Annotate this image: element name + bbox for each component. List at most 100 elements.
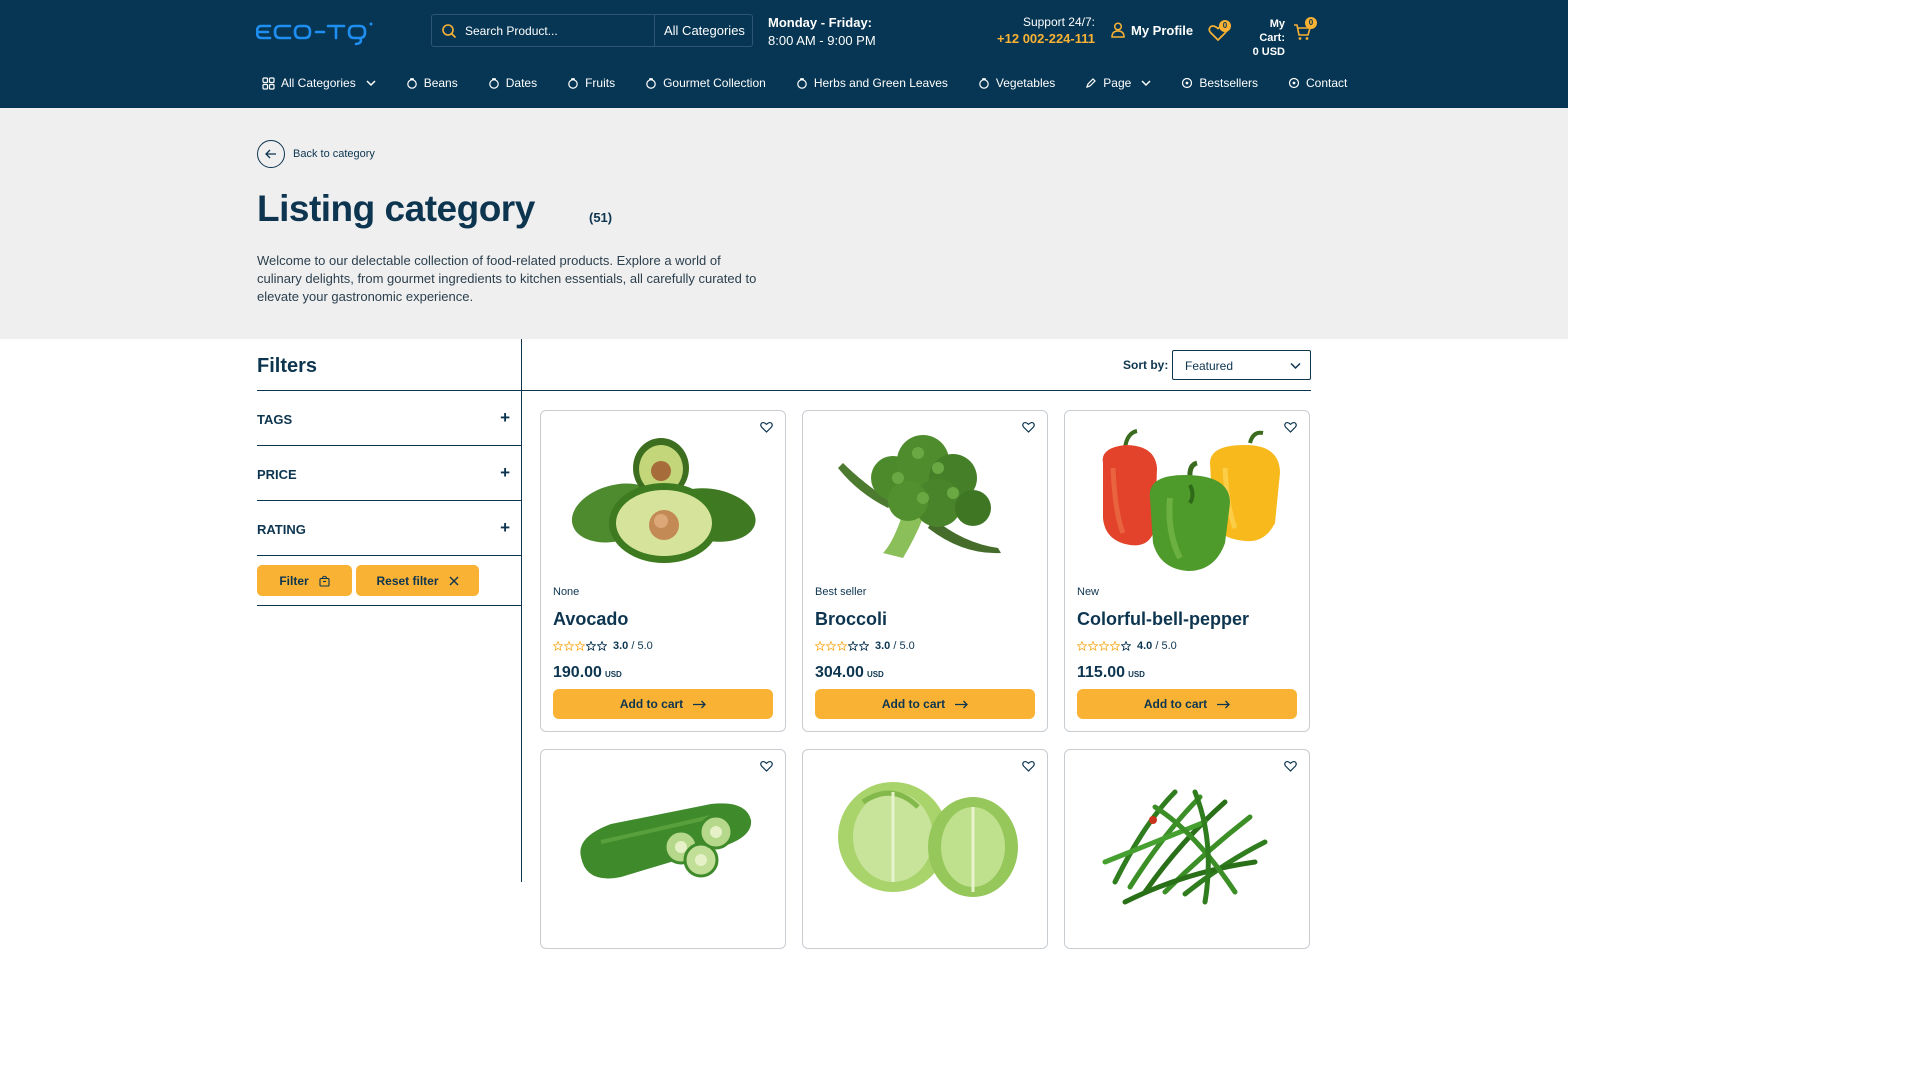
arrow-right-icon — [1217, 700, 1231, 708]
main-nav: All Categories Beans Dates Fruits Gourme… — [262, 74, 1377, 92]
star-filled-icon — [826, 641, 836, 651]
filter-actions: Filter Reset filter — [257, 557, 521, 606]
site-logo[interactable] — [255, 20, 392, 48]
arrow-right-icon — [955, 700, 969, 708]
product-name[interactable]: Broccoli — [815, 609, 887, 630]
food-icon — [979, 78, 989, 89]
star-rating — [815, 641, 869, 651]
nav-dates[interactable]: Dates — [488, 76, 537, 90]
product-card[interactable] — [802, 749, 1048, 949]
product-card[interactable]: Best seller Broccoli 3.0 / 5.0 304.00 USD… — [802, 410, 1048, 732]
nav-contact[interactable]: Contact — [1288, 76, 1347, 90]
nav-gourmet-collection[interactable]: Gourmet Collection — [645, 76, 766, 90]
search-input[interactable]: Search Product... — [465, 24, 558, 38]
nav-vegetables[interactable]: Vegetables — [978, 76, 1055, 90]
star-filled-icon — [815, 641, 825, 651]
food-icon — [568, 78, 578, 89]
filter-button[interactable]: Filter — [257, 565, 352, 596]
star-filled-icon — [1077, 641, 1087, 651]
cart-button[interactable]: 0 — [1293, 17, 1317, 45]
my-profile-link[interactable]: My Profile — [1111, 22, 1193, 38]
back-label: Back to category — [293, 148, 375, 160]
nav-all-categories[interactable]: All Categories — [262, 76, 376, 90]
filter-rating[interactable]: RATING + — [257, 501, 521, 556]
search-bar[interactable]: Search Product... All Categories — [431, 14, 753, 47]
nav-label: All Categories — [281, 76, 356, 90]
nav-label: Bestsellers — [1199, 76, 1259, 90]
add-to-cart-button[interactable]: Add to cart — [1077, 689, 1297, 719]
rating-value: 3.0 — [875, 640, 891, 652]
cart-total: 0 USD — [1252, 46, 1285, 58]
price-value: 304.00 — [815, 664, 864, 681]
nav-label: Herbs and Green Leaves — [813, 76, 948, 90]
filter-price[interactable]: PRICE + — [257, 446, 521, 501]
star-filled-icon — [1110, 641, 1120, 651]
star-empty-icon — [859, 641, 869, 651]
page-title: Listing category — [257, 188, 535, 229]
product-image-cucumber[interactable] — [561, 762, 766, 912]
add-to-cart-button[interactable]: Add to cart — [815, 689, 1035, 719]
price-value: 190.00 — [553, 664, 602, 681]
product-card[interactable] — [540, 749, 786, 949]
star-filled-icon — [1088, 641, 1098, 651]
product-card[interactable] — [1064, 749, 1310, 949]
nav-fruits[interactable]: Fruits — [567, 76, 615, 90]
rating-max: / 5.0 — [1155, 640, 1177, 652]
cart-count-badge: 0 — [1305, 17, 1317, 29]
product-image-avocado[interactable] — [561, 423, 766, 573]
price-currency: USD — [604, 670, 622, 679]
wishlist-count-badge: 0 — [1219, 20, 1231, 32]
star-filled-icon — [553, 641, 563, 651]
product-tag: New — [1077, 586, 1100, 598]
product-price: 190.00 USD — [553, 664, 622, 682]
arrow-left-icon — [257, 140, 285, 168]
cart-summary[interactable]: My Cart: 0 USD — [1245, 17, 1285, 59]
price-currency: USD — [866, 670, 884, 679]
star-empty-icon — [1121, 641, 1131, 651]
nav-herbs-and-green-leaves[interactable]: Herbs and Green Leaves — [796, 76, 948, 90]
star-filled-icon — [837, 641, 847, 651]
nav-label: Contact — [1306, 76, 1348, 90]
star-filled-icon — [1099, 641, 1109, 651]
rating-value: 4.0 — [1137, 640, 1153, 652]
product-name[interactable]: Colorful-bell-pepper — [1077, 609, 1249, 630]
chevron-down-icon — [1141, 79, 1151, 86]
product-card[interactable]: New Colorful-bell-pepper 4.0 / 5.0 115.0… — [1064, 410, 1310, 732]
add-to-cart-label: Add to cart — [619, 697, 684, 711]
product-image-bell-pepper[interactable] — [1085, 423, 1290, 573]
reset-filter-button[interactable]: Reset filter — [356, 565, 479, 596]
product-card[interactable]: None Avocado 3.0 / 5.0 190.00 USD Add to … — [540, 410, 786, 732]
product-image-green-beans[interactable] — [1085, 762, 1290, 912]
food-icon — [646, 78, 656, 89]
star-filled-icon — [575, 641, 585, 651]
add-to-cart-button[interactable]: Add to cart — [553, 689, 773, 719]
product-image-lettuce[interactable] — [823, 762, 1028, 912]
food-icon — [797, 78, 807, 89]
back-to-category-link[interactable]: Back to category — [257, 140, 375, 168]
nav-beans[interactable]: Beans — [406, 76, 458, 90]
support-phone-link[interactable]: +12 002-224-111 — [997, 31, 1095, 46]
nav-label: Beans — [423, 76, 458, 90]
nav-page[interactable]: Page — [1085, 76, 1151, 90]
nav-bestsellers[interactable]: Bestsellers — [1181, 76, 1258, 90]
product-image-broccoli[interactable] — [823, 423, 1028, 573]
filter-tags[interactable]: TAGS + — [257, 391, 521, 446]
product-name[interactable]: Avocado — [553, 609, 628, 630]
star-empty-icon — [586, 641, 596, 651]
star-rating — [1077, 641, 1131, 651]
star-empty-icon — [848, 641, 858, 651]
cart-label: My Cart: — [1259, 18, 1285, 44]
sort-label: Sort by: — [1123, 358, 1169, 372]
category-description: Welcome to our delectable collection of … — [257, 253, 757, 304]
product-rating: 3.0 / 5.0 — [815, 640, 915, 652]
sort-select[interactable]: Featured — [1172, 350, 1311, 380]
search-category-select[interactable]: All Categories — [664, 23, 745, 38]
food-icon — [406, 78, 417, 89]
star-rating — [553, 641, 607, 651]
add-to-cart-label: Add to cart — [1143, 697, 1208, 711]
wishlist-button[interactable]: 0 — [1208, 20, 1234, 44]
nav-label: Dates — [505, 76, 538, 90]
sort-value: Featured — [1185, 359, 1234, 373]
star-empty-icon — [597, 641, 607, 651]
product-tag: None — [553, 586, 580, 598]
